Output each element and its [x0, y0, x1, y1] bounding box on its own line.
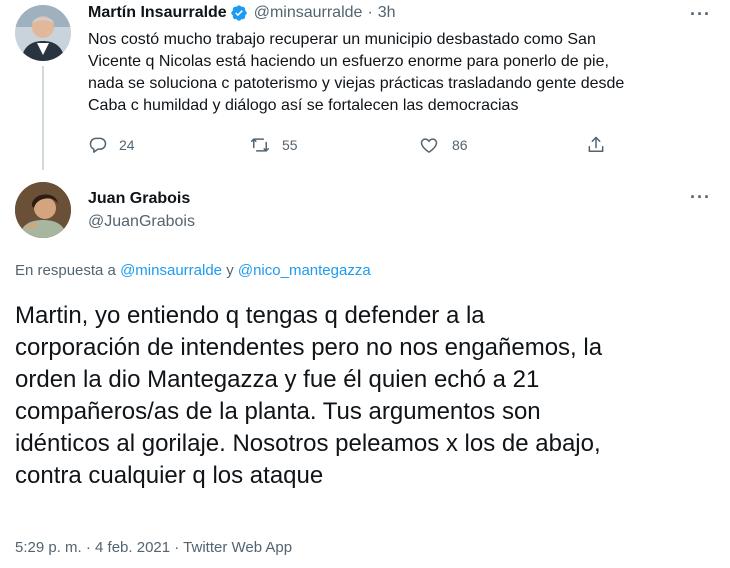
tweet2-text: Martin, yo entiendo q tengas q defender …	[15, 300, 725, 492]
reply-button[interactable]: 24	[88, 135, 135, 155]
verified-badge-icon	[230, 4, 248, 22]
reply-count: 24	[119, 137, 135, 153]
thread-connector-line	[42, 66, 44, 170]
user-handle[interactable]: @JuanGrabois	[88, 213, 195, 231]
user-handle[interactable]: @minsaurralde	[254, 4, 363, 22]
tweet-text-line: corporación de intendentes pero no nos e…	[15, 334, 603, 361]
separator-dot: ·	[367, 4, 373, 21]
tweet-text-line: compañeros/as de la planta. Tus argument…	[15, 398, 541, 425]
tweet1-text: Nos costó mucho trabajo recuperar un mun…	[88, 29, 718, 117]
reply-context: En respuesta a @minsaurralde y @nico_man…	[15, 262, 371, 279]
tweet1-header: Martín Insaurralde @minsaurralde · 3h	[88, 4, 396, 22]
mention-link-minsaurralde[interactable]: @minsaurralde	[120, 262, 222, 279]
more-options-button[interactable]: ···	[690, 4, 711, 25]
tweet-text-line: Nos costó mucho trabajo recuperar un mun…	[88, 31, 596, 48]
display-name[interactable]: Juan Grabois	[88, 190, 190, 208]
reply-icon	[89, 137, 107, 153]
like-icon	[420, 138, 438, 153]
tweet-text-line: Martin, yo entiendo q tengas q defender …	[15, 302, 485, 329]
tweet-text-line: contra cualquier q los ataque	[15, 462, 324, 489]
retweet-count: 55	[282, 137, 298, 153]
tweet-text-line: Caba c humildad y diálogo así se fortale…	[88, 97, 519, 114]
retweet-icon	[250, 138, 270, 152]
mention-link-nico-mantegazza[interactable]: @nico_mantegazza	[238, 262, 371, 279]
like-button[interactable]: 86	[419, 135, 468, 155]
reply-context-prefix: En respuesta a	[15, 262, 116, 279]
retweet-button[interactable]: 55	[250, 135, 298, 155]
share-icon	[588, 136, 604, 152]
tweet-text-line: Vicente q Nicolas está haciendo un esfue…	[88, 53, 609, 70]
avatar-juan-grabois[interactable]	[15, 182, 71, 238]
tweet-text-line: idénticos al gorilaje. Nosotros peleamos…	[15, 430, 601, 457]
tweet-text-line: nada se soluciona c patoterismo y viejas…	[88, 75, 625, 92]
reply-context-and: y	[226, 262, 234, 279]
more-options-button[interactable]: ···	[690, 187, 711, 208]
tweet-text-line: orden la dio Mantegazza y fue él quien e…	[15, 366, 540, 393]
display-name[interactable]: Martín Insaurralde	[88, 4, 227, 22]
tweet-timestamp[interactable]: 3h	[378, 4, 396, 22]
like-count: 86	[452, 137, 468, 153]
share-button[interactable]	[586, 135, 606, 155]
avatar-martin-insaurralde[interactable]	[15, 5, 71, 61]
tweet-footer-meta[interactable]: 5:29 p. m. · 4 feb. 2021 · Twitter Web A…	[15, 539, 292, 556]
